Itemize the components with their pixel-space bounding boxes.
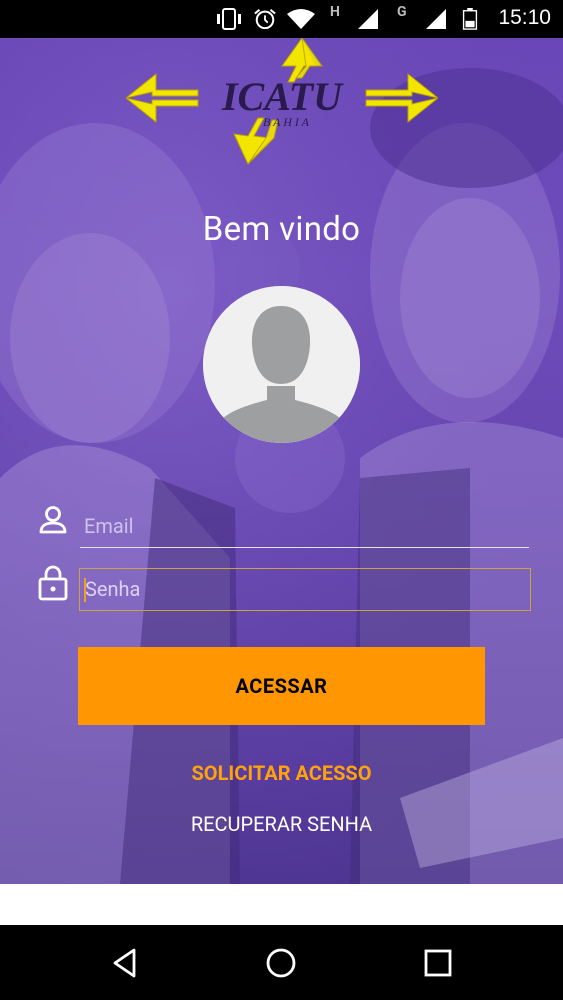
logo-name: ICATU [221, 74, 344, 119]
recents-icon[interactable] [420, 945, 456, 981]
acessar-button[interactable]: ACESSAR [78, 647, 485, 725]
battery-icon [462, 8, 478, 30]
home-icon[interactable] [263, 945, 299, 981]
bottom-strip [0, 884, 563, 925]
network-type-g: G [397, 4, 407, 20]
password-field[interactable]: Senha [79, 568, 531, 611]
network-type-h: H [330, 4, 340, 20]
wifi-icon [287, 9, 315, 29]
email-field[interactable]: Email [80, 508, 529, 548]
lock-icon [38, 565, 68, 601]
icatu-logo: ICATU B A H I A [126, 38, 438, 165]
user-silhouette-icon [203, 286, 360, 443]
navigation-bar [0, 925, 563, 1000]
vibrate-icon [217, 8, 241, 30]
avatar[interactable] [203, 286, 360, 443]
login-screen: ICATU B A H I A Bem vindo Email Senha AC… [0, 38, 563, 884]
solicitar-acesso-link[interactable]: SOLICITAR ACESSO [0, 761, 563, 785]
signal-h-icon [358, 9, 378, 29]
back-icon[interactable] [107, 945, 143, 981]
email-placeholder: Email [84, 514, 134, 538]
signal-g-icon [426, 9, 446, 29]
logo-subtitle: B A H I A [263, 115, 310, 129]
password-placeholder: Senha [85, 577, 141, 601]
person-icon [39, 506, 67, 534]
text-cursor [84, 578, 86, 602]
clock: 15:10 [498, 6, 551, 29]
recuperar-senha-link[interactable]: RECUPERAR SENHA [0, 812, 563, 836]
welcome-title: Bem vindo [202, 210, 361, 249]
alarm-icon [254, 9, 276, 30]
status-bar: H G 15:10 [0, 0, 563, 38]
